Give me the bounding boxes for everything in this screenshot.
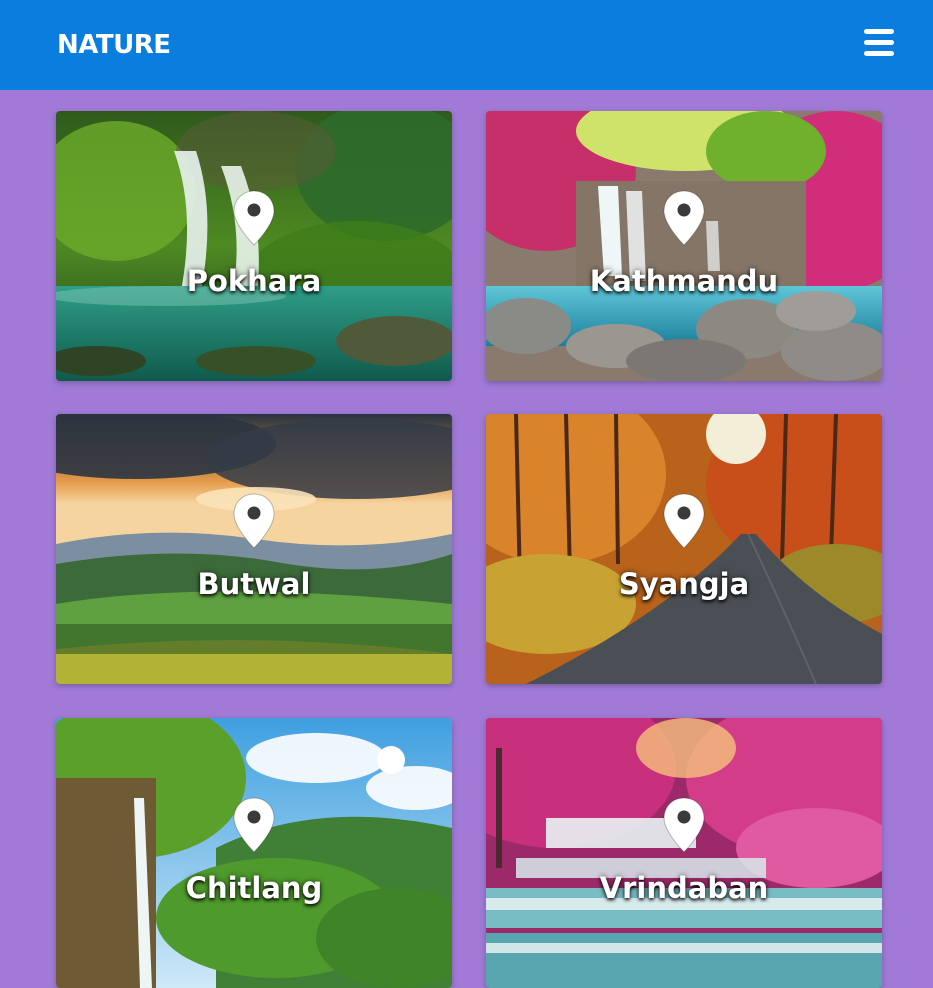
location-pin-icon	[663, 797, 705, 853]
place-name: Chitlang	[185, 871, 323, 905]
place-name: Butwal	[197, 567, 311, 601]
hamburger-menu-icon[interactable]	[862, 27, 896, 59]
navbar: NATURE	[0, 0, 933, 90]
place-card-pokhara[interactable]: Pokhara	[56, 111, 452, 381]
place-name: Syangja	[618, 567, 750, 601]
location-pin-icon	[233, 493, 275, 549]
brand-logo-text[interactable]: NATURE	[57, 28, 171, 62]
location-pin-icon	[663, 190, 705, 246]
location-pin-icon	[663, 493, 705, 549]
place-name: Pokhara	[186, 264, 322, 298]
menu-bar-middle	[864, 40, 894, 45]
place-card-chitlang[interactable]: Chitlang	[56, 718, 452, 988]
location-pin-icon	[233, 190, 275, 246]
menu-bar-top	[864, 29, 894, 34]
place-card-vrindaban[interactable]: Vrindaban	[486, 718, 882, 988]
place-card-syangja[interactable]: Syangja	[486, 414, 882, 684]
place-name: Kathmandu	[589, 264, 779, 298]
place-card-kathmandu[interactable]: Kathmandu	[486, 111, 882, 381]
place-name: Vrindaban	[599, 871, 769, 905]
menu-bar-bottom	[864, 51, 894, 56]
location-pin-icon	[233, 797, 275, 853]
place-card-butwal[interactable]: Butwal	[56, 414, 452, 684]
